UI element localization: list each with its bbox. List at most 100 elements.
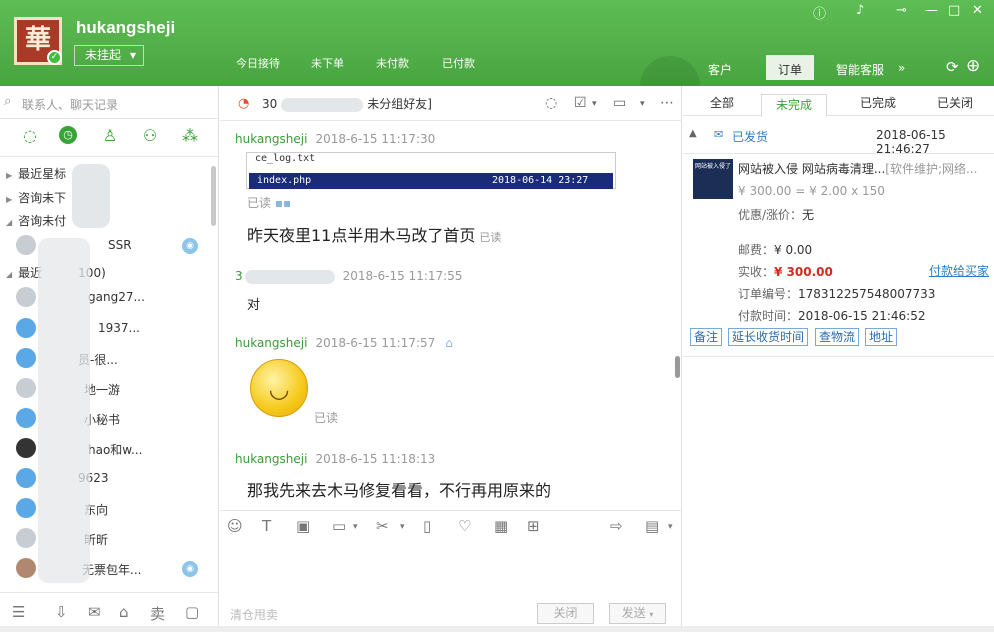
message-text: 对 [247,298,261,313]
search-icon: ⌕ [4,94,12,109]
product-thumbnail[interactable]: 网站被入侵了 [693,159,733,199]
file-row-prev: ce_log.txt [255,153,316,164]
heart-icon[interactable]: ♡ [458,517,471,535]
quick-reply-icon[interactable]: ⊞ [527,517,540,535]
search-input[interactable]: ⌕ 联系人、聊天记录 [0,86,218,119]
font-icon[interactable]: T [262,517,271,535]
title-bar: 華 ✓ hukangsheji 未挂起 ▼ 今日接待 未下单 未付款 已付款 ⓘ … [0,0,994,86]
sender-name: hukangsheji [235,452,308,466]
privacy-blur [38,238,90,583]
sender-name: hukangsheji [235,336,308,350]
send-button[interactable]: 发送 ▾ [609,603,666,624]
chevron-down-icon: ▼ [129,51,136,60]
file-row-selected: index.php 2018-06-14 23:27 [249,173,613,189]
tab-today[interactable]: 今日接待 [236,55,280,71]
history-icon[interactable]: ▤ [645,517,659,535]
close-icon[interactable]: ✕ [972,3,983,18]
group-icon[interactable]: ⚇ [140,126,160,145]
forward-icon[interactable]: ⇨ [610,517,623,535]
pin-icon[interactable]: ⊸ [896,3,907,18]
volume-icon[interactable]: ♪ [856,3,864,18]
tab-all[interactable]: 全部 [710,94,734,111]
help-icon[interactable]: ⓘ [813,3,826,22]
chat-bubble-icon[interactable]: ◌ [20,126,40,145]
tab-completed[interactable]: 已完成 [860,94,896,111]
contact-icon[interactable]: ♙ [100,126,120,145]
minimize-icon[interactable]: — [925,3,938,18]
tab-closed[interactable]: 已关闭 [937,94,973,111]
right-tab-order[interactable]: 订单 [766,55,815,80]
recent-clock-icon[interactable]: ◷ [59,126,77,144]
sell-icon[interactable]: 卖 [150,603,165,624]
more-tabs-icon[interactable]: » [898,61,905,75]
status-dropdown[interactable]: 未挂起 ▼ [74,45,144,66]
note-button[interactable]: 备注 [690,328,723,346]
address-button[interactable]: 地址 [865,328,898,346]
image-message[interactable]: ce_log.txt index.php 2018-06-14 23:27 [220,148,682,194]
order-tabs: 全部 未完成 已完成 已关闭 [683,86,994,117]
extend-receipt-button[interactable]: 延长收货时间 [728,328,809,346]
chat-contact-name: 30 未分组好友] [262,95,432,112]
message-time: 2018-6-15 11:18:13 [315,452,436,466]
tab-paid[interactable]: 已付款 [442,55,475,71]
order-created-time: 2018-06-15 21:46:27 [876,128,946,156]
add-icon[interactable]: ⊕ [966,56,980,76]
divider [683,356,994,357]
read-status: 已读 ▪▪ [247,196,292,210]
chevron-down-icon[interactable]: ▾ [400,522,405,532]
close-chat-button[interactable]: 关闭 [537,603,594,624]
username: hukangsheji [76,18,176,37]
product-title[interactable]: 网站被入侵 网站病毒清理...[软件维护;网络... [738,160,984,177]
right-tab-smart-service[interactable]: 智能客服 [836,61,884,78]
send-label: 发送 [621,606,646,620]
calculator-icon[interactable]: ▦ [494,517,508,535]
avatar [16,438,36,458]
shipping-row: 邮费：¥ 0.00 [738,241,812,258]
read-status: 已读 [479,231,502,244]
contact-name: gang27... [88,290,145,304]
window-icon[interactable]: ▢ [185,603,199,621]
org-icon[interactable]: ⁂ [180,126,200,145]
contact-name: 无票包年... [82,563,142,577]
mail-icon[interactable]: ✉ [88,603,101,621]
discount-row: 优惠/涨价：无 [738,206,814,223]
task-icon[interactable]: ☑ [574,95,587,111]
message-input[interactable]: 清仓甩卖 关闭 发送 ▾ [220,542,682,632]
maximize-icon[interactable]: □ [948,3,960,18]
input-placeholder: 清仓甩卖 [230,608,279,622]
message-header: 3 2018-6-15 11:17:55 [235,269,462,284]
emoji-icon[interactable]: ☺ [227,517,243,535]
image-icon[interactable]: ▣ [296,517,310,535]
download-icon[interactable]: ⇩ [55,603,68,621]
chevron-down-icon[interactable]: ▾ [668,522,673,532]
shake-icon[interactable]: ▯ [423,517,431,535]
chat-bubble-icon[interactable]: ◌ [545,95,557,111]
chevron-down-icon[interactable]: ▾ [353,522,358,532]
bottom-strip [0,626,994,632]
group-starred[interactable]: ▶ 最近星标 [6,165,66,182]
menu-icon[interactable]: ☰ [12,603,25,621]
order-header[interactable]: ▲ ✉ 已发货 2018-06-15 21:46:27 [683,116,994,156]
refresh-icon[interactable]: ⟳ [946,58,959,76]
tab-not-ordered[interactable]: 未下单 [311,55,344,71]
chevron-down-icon[interactable]: ▾ [640,99,645,109]
paid-row: 实收：¥ 300.00 [738,263,833,280]
store-icon[interactable]: ⌂ [119,603,129,621]
tab-incomplete[interactable]: 未完成 [761,94,828,117]
paid-label: 实收： [738,265,775,279]
tab-not-paid[interactable]: 未付款 [376,55,409,71]
collapse-icon[interactable]: ▲ [689,128,697,139]
sidebar-scrollbar[interactable] [211,166,216,226]
chevron-down-icon[interactable]: ▾ [592,99,597,109]
chat-scrollbar[interactable] [675,356,680,378]
order-number-value: 178312257548007733 [798,287,936,301]
scissors-icon[interactable]: ✂ [376,517,389,535]
contact-name: 1937... [98,321,140,335]
folder-icon[interactable]: ▭ [332,517,346,535]
right-tab-customer[interactable]: 客户 [708,61,732,78]
group-not-paid[interactable]: ◢ 咨询未付 [6,212,66,229]
video-icon[interactable]: ▭ [613,95,626,111]
pay-buyer-link[interactable]: 付款给买家 [929,262,989,279]
track-logistics-button[interactable]: 查物流 [815,328,860,346]
more-icon[interactable]: ⋯ [660,95,674,111]
